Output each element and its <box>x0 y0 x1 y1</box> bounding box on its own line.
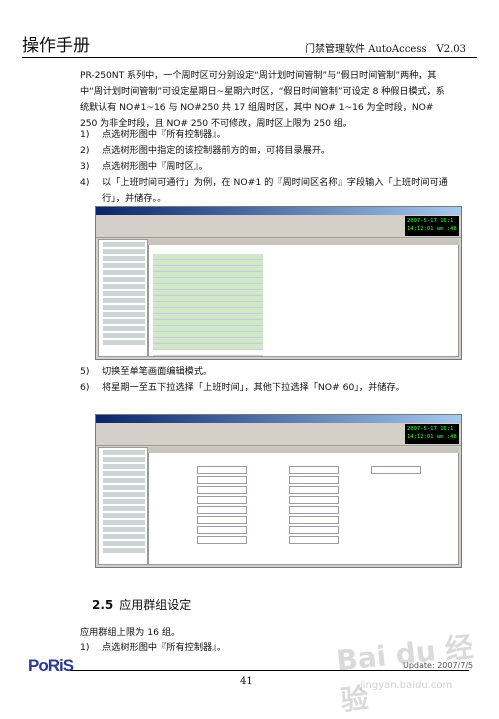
section-number: 2.5 <box>92 598 114 612</box>
step-6: 6) 将星期一至五下拉选择「上班时间」，其他下拉选择「NO# 60」，并储存。 <box>80 380 455 396</box>
weekday-dropdown[interactable] <box>197 536 247 544</box>
tree-view <box>98 447 148 565</box>
holiday-dropdown[interactable] <box>289 486 339 494</box>
weekday-dropdown[interactable] <box>197 486 247 494</box>
section-title: 应用群组设定 <box>119 598 192 612</box>
step-text: 点选树形图中指定的该控制器前方的⊞，可将目录展开。 <box>102 145 331 156</box>
clock-display: 2007-5-17 16:1 14:12:01 am :48 <box>405 216 459 236</box>
step-text: 点选树形图中『周时区』。 <box>102 161 208 172</box>
step-text: 以「上班时间可通行」为例，在 NO#1 的『周时间区名称』字段输入「上班时间可通… <box>102 177 448 204</box>
tree-view <box>98 239 148 357</box>
step-3: 3) 点选树形图中『周时区』。 <box>80 159 455 175</box>
window-titlebar <box>96 415 461 423</box>
step-number: 2) <box>80 145 90 156</box>
clock-line: 14:12:01 am :48 <box>407 226 457 232</box>
page-number: 41 <box>240 676 253 687</box>
holiday-dropdown[interactable] <box>289 516 339 524</box>
intro-paragraph: PR-250NT 系列中，一个周时区可分别设定“周计划时间管制”与“假日时间管制… <box>80 70 445 129</box>
step-4: 4) 以「上班时间可通行」为例，在 NO#1 的『周时间区名称』字段输入「上班时间… <box>80 175 455 207</box>
company-logo: PoRiS <box>28 656 74 675</box>
weekday-dropdown[interactable] <box>197 496 247 504</box>
header-rule <box>22 57 477 58</box>
step-number: 5) <box>80 366 90 377</box>
holiday-dropdown[interactable] <box>289 476 339 484</box>
holiday-dropdown[interactable] <box>289 506 339 514</box>
holiday-dropdown[interactable] <box>289 536 339 544</box>
weekday-dropdown[interactable] <box>197 476 247 484</box>
step-number: 3) <box>80 161 90 172</box>
step-text: 切换至单笔画面编辑模式。 <box>102 366 213 377</box>
window-titlebar <box>96 207 461 215</box>
step-1: 1) 点选树形图中『所有控制器』。 <box>80 127 455 143</box>
weekday-dropdown[interactable] <box>197 516 247 524</box>
weekday-dropdown[interactable] <box>197 466 247 474</box>
record-navigator <box>148 239 459 245</box>
step-number: 6) <box>80 382 90 393</box>
header-product: 门禁管理软件 AutoAccess V2.03 <box>305 44 466 55</box>
holiday-dropdown[interactable] <box>289 466 339 474</box>
clock-line: 2007-5-17 16:1 <box>407 426 454 432</box>
weekday-dropdown[interactable] <box>197 526 247 534</box>
zone-grid <box>153 254 263 356</box>
step-text: 将星期一至五下拉选择「上班时间」，其他下拉选择「NO# 60」，并储存。 <box>102 382 405 393</box>
clock-display: 2007-5-17 16:1 14:12:01 am :48 <box>405 424 459 444</box>
section-heading: 2.5 应用群组设定 <box>92 596 191 613</box>
grid-pane <box>148 239 459 357</box>
step-text: 点选树形图中『所有控制器』。 <box>102 129 227 140</box>
step-5: 5) 切换至单笔画面编辑模式。 <box>80 364 455 380</box>
weekday-dropdown[interactable] <box>197 506 247 514</box>
watermark-url: jingyan.baidu.com <box>360 680 453 691</box>
holiday-dropdown[interactable] <box>289 496 339 504</box>
extra-dropdown[interactable] <box>371 466 421 474</box>
header-title: 操作手册 <box>22 36 90 56</box>
step-2: 2) 点选树形图中指定的该控制器前方的⊞，可将目录展开。 <box>80 143 455 159</box>
section-body: 应用群组上限为 16 组。 <box>80 627 181 638</box>
step-number: 1) <box>80 642 90 653</box>
screenshot-week-zone-edit: 2007-5-17 16:1 14:12:01 am :48 <box>95 414 462 568</box>
record-navigator <box>148 447 459 453</box>
holiday-dropdown[interactable] <box>289 526 339 534</box>
edit-pane <box>148 447 459 565</box>
step-number: 1) <box>80 129 90 140</box>
step-number: 4) <box>80 177 90 188</box>
screenshot-week-zone-list: 2007-5-17 16:1 14:12:01 am :48 <box>95 206 462 360</box>
clock-line: 2007-5-17 16:1 <box>407 218 454 224</box>
watermark: Bai du 经验 <box>334 630 475 718</box>
clock-line: 14:12:01 am :48 <box>407 434 457 440</box>
